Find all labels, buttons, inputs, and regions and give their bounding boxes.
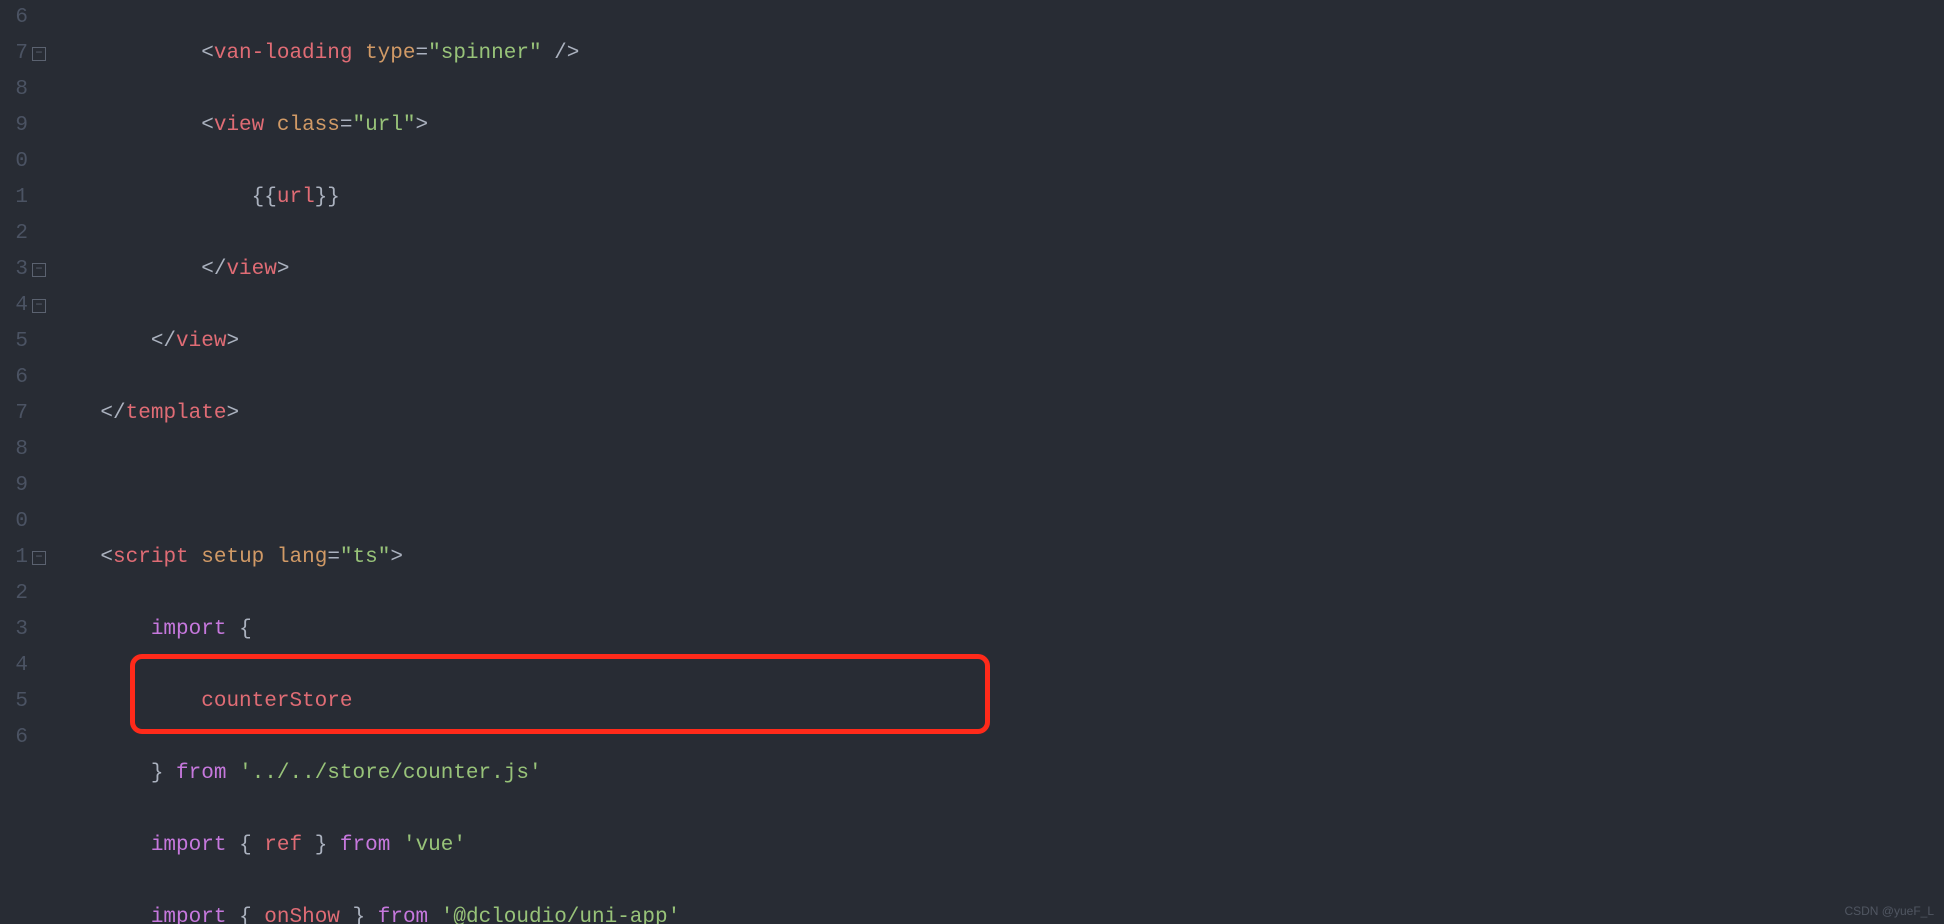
line-number: 1 xyxy=(0,180,28,216)
line-number: 2 xyxy=(0,576,28,612)
code-line: <van-loading type="spinner" /> xyxy=(50,36,1944,72)
line-number: 6 xyxy=(0,0,28,36)
code-line: import { onShow } from '@dcloudio/uni-ap… xyxy=(50,900,1944,924)
watermark: CSDN @yueF_L xyxy=(1844,904,1934,918)
line-number: 8 xyxy=(0,72,28,108)
code-line xyxy=(50,468,1944,504)
line-number-gutter: 6 7 8 9 0 1 2 3 4 5 6 7 8 9 0 1 2 3 4 5 … xyxy=(0,0,28,924)
line-number: 0 xyxy=(0,504,28,540)
line-number: 5 xyxy=(0,324,28,360)
line-number: 5 xyxy=(0,684,28,720)
fold-toggle[interactable]: − xyxy=(32,263,46,277)
fold-toggle[interactable]: − xyxy=(32,47,46,61)
fold-gutter: − − − − xyxy=(28,0,50,924)
code-editor[interactable]: 6 7 8 9 0 1 2 3 4 5 6 7 8 9 0 1 2 3 4 5 … xyxy=(0,0,1944,924)
code-line: {{url}} xyxy=(50,180,1944,216)
code-line: <view class="url"> xyxy=(50,108,1944,144)
line-number: 0 xyxy=(0,144,28,180)
line-number: 3 xyxy=(0,612,28,648)
line-number: 7 xyxy=(0,36,28,72)
line-number: 2 xyxy=(0,216,28,252)
code-line: </view> xyxy=(50,252,1944,288)
code-line: import { xyxy=(50,612,1944,648)
fold-toggle[interactable]: − xyxy=(32,299,46,313)
code-area[interactable]: <van-loading type="spinner" /> <view cla… xyxy=(50,0,1944,924)
line-number: 7 xyxy=(0,396,28,432)
line-number: 8 xyxy=(0,432,28,468)
code-line: } from '../../store/counter.js' xyxy=(50,756,1944,792)
line-number: 1 xyxy=(0,540,28,576)
code-line: import { ref } from 'vue' xyxy=(50,828,1944,864)
line-number: 3 xyxy=(0,252,28,288)
fold-toggle[interactable]: − xyxy=(32,551,46,565)
code-line: </view> xyxy=(50,324,1944,360)
code-line: <script setup lang="ts"> xyxy=(50,540,1944,576)
line-number: 9 xyxy=(0,108,28,144)
code-line: </template> xyxy=(50,396,1944,432)
line-number: 6 xyxy=(0,720,28,756)
line-number: 9 xyxy=(0,468,28,504)
line-number: 6 xyxy=(0,360,28,396)
code-line: counterStore xyxy=(50,684,1944,720)
line-number: 4 xyxy=(0,648,28,684)
line-number: 4 xyxy=(0,288,28,324)
